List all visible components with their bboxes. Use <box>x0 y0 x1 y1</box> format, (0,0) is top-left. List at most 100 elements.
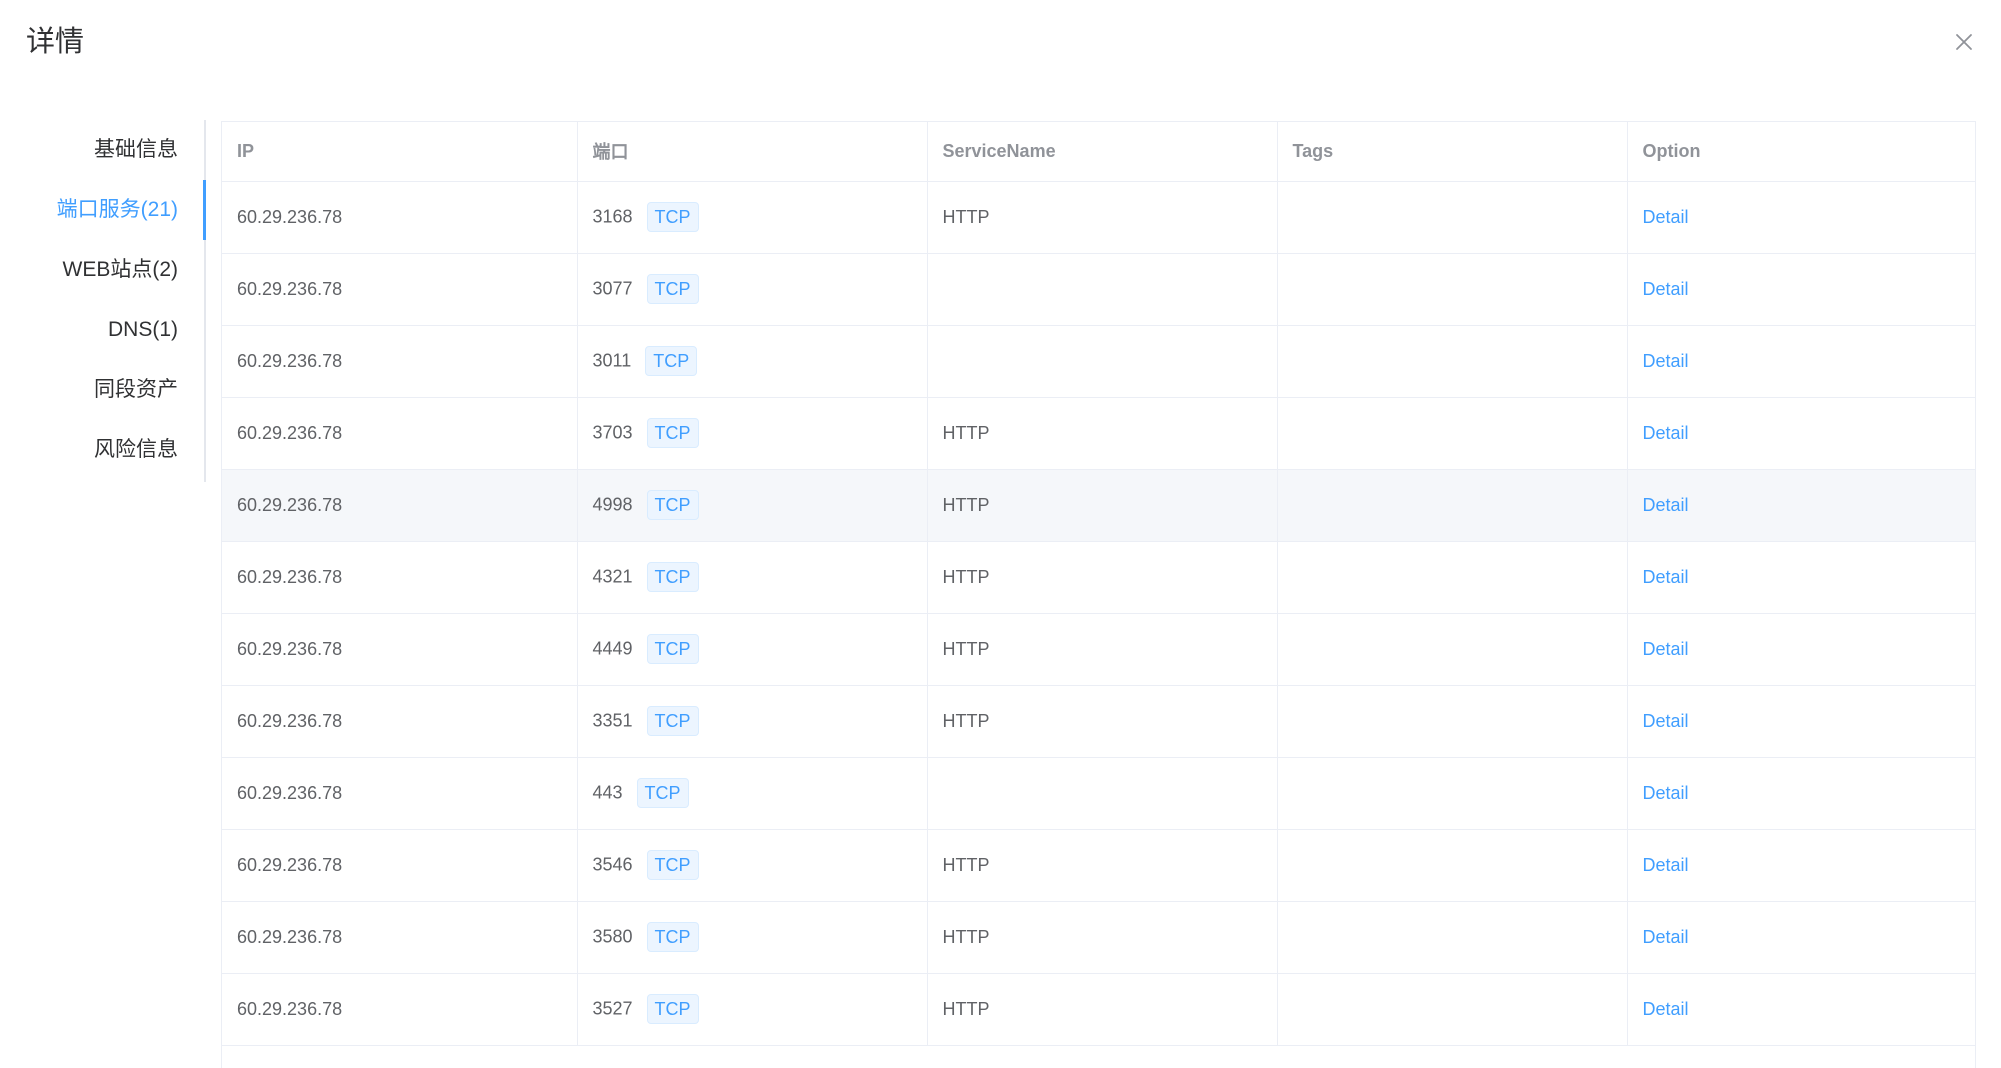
cell-option: Detail <box>1627 181 1975 254</box>
cell-service-name: HTTP <box>927 829 1278 902</box>
protocol-tag: TCP <box>636 778 689 808</box>
cell-ip: 60.29.236.78 <box>222 973 578 1046</box>
table-row: 60.29.236.78 443 TCP Detail <box>222 757 1975 830</box>
cell-option: Detail <box>1627 685 1975 758</box>
protocol-tag: TCP <box>646 994 699 1024</box>
vertical-tabs: 基础信息 端口服务(21) WEB站点(2) DNS(1) 同段资产 风险信息 <box>0 120 206 482</box>
detail-link[interactable]: Detail <box>1643 423 1689 443</box>
cell-tags <box>1277 325 1628 398</box>
cell-tags <box>1277 253 1628 326</box>
detail-link[interactable]: Detail <box>1643 999 1689 1019</box>
close-button[interactable] <box>1948 26 1980 58</box>
tab-dns[interactable]: DNS(1) <box>108 300 178 360</box>
port-services-table: IP 端口 ServiceName Tags Option 60.29.236.… <box>222 122 1975 1046</box>
column-header-port: 端口 <box>577 122 928 182</box>
cell-ip: 60.29.236.78 <box>222 757 578 830</box>
tab-port-services[interactable]: 端口服务(21) <box>57 180 178 240</box>
cell-port: 3703 TCP <box>577 397 928 470</box>
cell-ip: 60.29.236.78 <box>222 181 578 254</box>
cell-ip: 60.29.236.78 <box>222 541 578 614</box>
cell-option: Detail <box>1627 973 1975 1046</box>
port-number: 443 <box>592 782 623 803</box>
table-row: 60.29.236.78 3351 TCP HTTP Detail <box>222 685 1975 758</box>
cell-tags <box>1277 973 1628 1046</box>
table-row: 60.29.236.78 3703 TCP HTTP Detail <box>222 397 1975 470</box>
cell-tags <box>1277 541 1628 614</box>
cell-option: Detail <box>1627 253 1975 326</box>
port-number: 3351 <box>592 710 633 731</box>
detail-link[interactable]: Detail <box>1643 711 1689 731</box>
table-row: 60.29.236.78 3546 TCP HTTP Detail <box>222 829 1975 902</box>
port-number: 4998 <box>592 494 633 515</box>
port-number: 3580 <box>592 926 633 947</box>
cell-ip: 60.29.236.78 <box>222 901 578 974</box>
detail-link[interactable]: Detail <box>1643 279 1689 299</box>
port-table-container[interactable]: IP 端口 ServiceName Tags Option 60.29.236.… <box>221 121 1976 1068</box>
cell-port: 443 TCP <box>577 757 928 830</box>
table-row: 60.29.236.78 3011 TCP Detail <box>222 325 1975 398</box>
port-number: 3546 <box>592 854 633 875</box>
cell-tags <box>1277 829 1628 902</box>
cell-ip: 60.29.236.78 <box>222 613 578 686</box>
tab-same-segment-assets[interactable]: 同段资产 <box>94 360 178 420</box>
detail-link[interactable]: Detail <box>1643 495 1689 515</box>
cell-port: 4449 TCP <box>577 613 928 686</box>
tab-web-sites[interactable]: WEB站点(2) <box>63 240 179 300</box>
cell-port: 3527 TCP <box>577 973 928 1046</box>
cell-port: 3168 TCP <box>577 181 928 254</box>
cell-tags <box>1277 397 1628 470</box>
table-row: 60.29.236.78 4998 TCP HTTP Detail <box>222 469 1975 542</box>
cell-service-name: HTTP <box>927 397 1278 470</box>
column-header-ip: IP <box>222 122 578 182</box>
cell-tags <box>1277 685 1628 758</box>
detail-link[interactable]: Detail <box>1643 639 1689 659</box>
column-header-option: Option <box>1627 122 1975 182</box>
cell-service-name <box>927 757 1278 830</box>
detail-link[interactable]: Detail <box>1643 927 1689 947</box>
protocol-tag: TCP <box>646 850 699 880</box>
detail-drawer: 详情 基础信息 端口服务(21) WEB站点(2) DNS(1) 同段资产 风险… <box>0 0 2001 1068</box>
port-number: 3011 <box>592 350 632 371</box>
table-row: 60.29.236.78 3580 TCP HTTP Detail <box>222 901 1975 974</box>
tabs-rail <box>204 120 206 482</box>
table-row: 60.29.236.78 3168 TCP HTTP Detail <box>222 181 1975 254</box>
cell-port: 3351 TCP <box>577 685 928 758</box>
cell-option: Detail <box>1627 325 1975 398</box>
cell-option: Detail <box>1627 829 1975 902</box>
protocol-tag: TCP <box>646 922 699 952</box>
tab-risk-info[interactable]: 风险信息 <box>94 420 178 480</box>
table-row: 60.29.236.78 3077 TCP Detail <box>222 253 1975 326</box>
cell-port: 3546 TCP <box>577 829 928 902</box>
port-number: 3077 <box>592 278 633 299</box>
drawer-title: 详情 <box>26 26 85 58</box>
port-number: 3703 <box>592 422 633 443</box>
cell-service-name <box>927 325 1278 398</box>
cell-option: Detail <box>1627 541 1975 614</box>
table-row: 60.29.236.78 3527 TCP HTTP Detail <box>222 973 1975 1046</box>
cell-service-name: HTTP <box>927 541 1278 614</box>
cell-tags <box>1277 757 1628 830</box>
column-header-service-name: ServiceName <box>927 122 1278 182</box>
detail-link[interactable]: Detail <box>1643 567 1689 587</box>
cell-port: 3580 TCP <box>577 901 928 974</box>
cell-service-name: HTTP <box>927 469 1278 542</box>
detail-link[interactable]: Detail <box>1643 783 1689 803</box>
detail-link[interactable]: Detail <box>1643 207 1689 227</box>
protocol-tag: TCP <box>646 634 699 664</box>
protocol-tag: TCP <box>646 202 699 232</box>
cell-option: Detail <box>1627 757 1975 830</box>
cell-service-name: HTTP <box>927 685 1278 758</box>
detail-link[interactable]: Detail <box>1643 855 1689 875</box>
cell-port: 4321 TCP <box>577 541 928 614</box>
cell-ip: 60.29.236.78 <box>222 829 578 902</box>
cell-ip: 60.29.236.78 <box>222 469 578 542</box>
cell-option: Detail <box>1627 397 1975 470</box>
cell-tags <box>1277 181 1628 254</box>
table-row: 60.29.236.78 4449 TCP HTTP Detail <box>222 613 1975 686</box>
protocol-tag: TCP <box>646 562 699 592</box>
cell-tags <box>1277 901 1628 974</box>
tab-basic-info[interactable]: 基础信息 <box>94 120 178 180</box>
protocol-tag: TCP <box>645 346 698 376</box>
protocol-tag: TCP <box>646 490 699 520</box>
detail-link[interactable]: Detail <box>1643 351 1689 371</box>
